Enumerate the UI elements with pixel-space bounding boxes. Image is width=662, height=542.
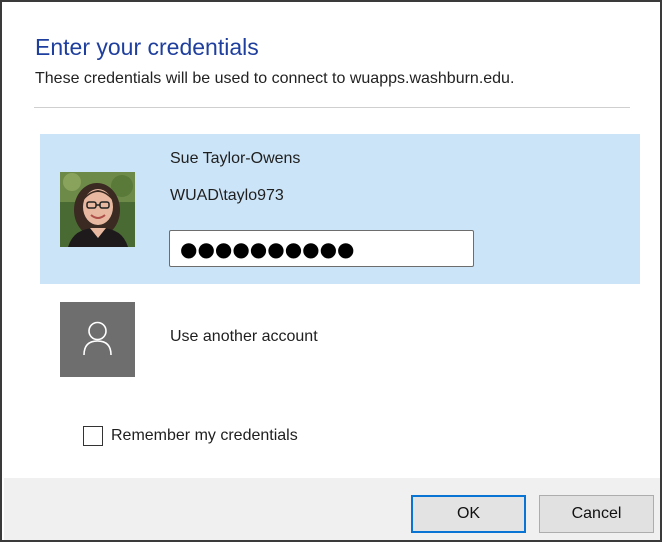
ok-button[interactable]: OK	[411, 495, 526, 533]
remember-credentials[interactable]: Remember my credentials	[83, 425, 298, 447]
account-tile-selected[interactable]: Sue Taylor-Owens WUAD\taylo973 ●●●●●●●●●…	[40, 134, 640, 284]
avatar	[60, 172, 135, 247]
credentials-dialog: Enter your credentials These credentials…	[0, 0, 662, 542]
account-name: Sue Taylor-Owens	[170, 150, 301, 167]
remember-label: Remember my credentials	[111, 427, 298, 444]
generic-avatar	[60, 302, 135, 377]
dialog-footer: OK Cancel	[4, 478, 660, 540]
person-icon	[83, 321, 112, 356]
cancel-button[interactable]: Cancel	[539, 495, 654, 533]
user-photo-icon	[60, 172, 135, 247]
use-another-account-label: Use another account	[170, 328, 318, 345]
remember-checkbox[interactable]	[83, 426, 103, 446]
dialog-title: Enter your credentials	[35, 34, 259, 60]
account-tile-other[interactable]: Use another account	[40, 298, 640, 382]
password-input[interactable]: ●●●●●●●●●●	[169, 230, 474, 267]
account-username: WUAD\taylo973	[170, 187, 284, 204]
divider	[34, 107, 630, 108]
password-value: ●●●●●●●●●●	[180, 237, 355, 261]
dialog-subtitle: These credentials will be used to connec…	[35, 70, 515, 87]
